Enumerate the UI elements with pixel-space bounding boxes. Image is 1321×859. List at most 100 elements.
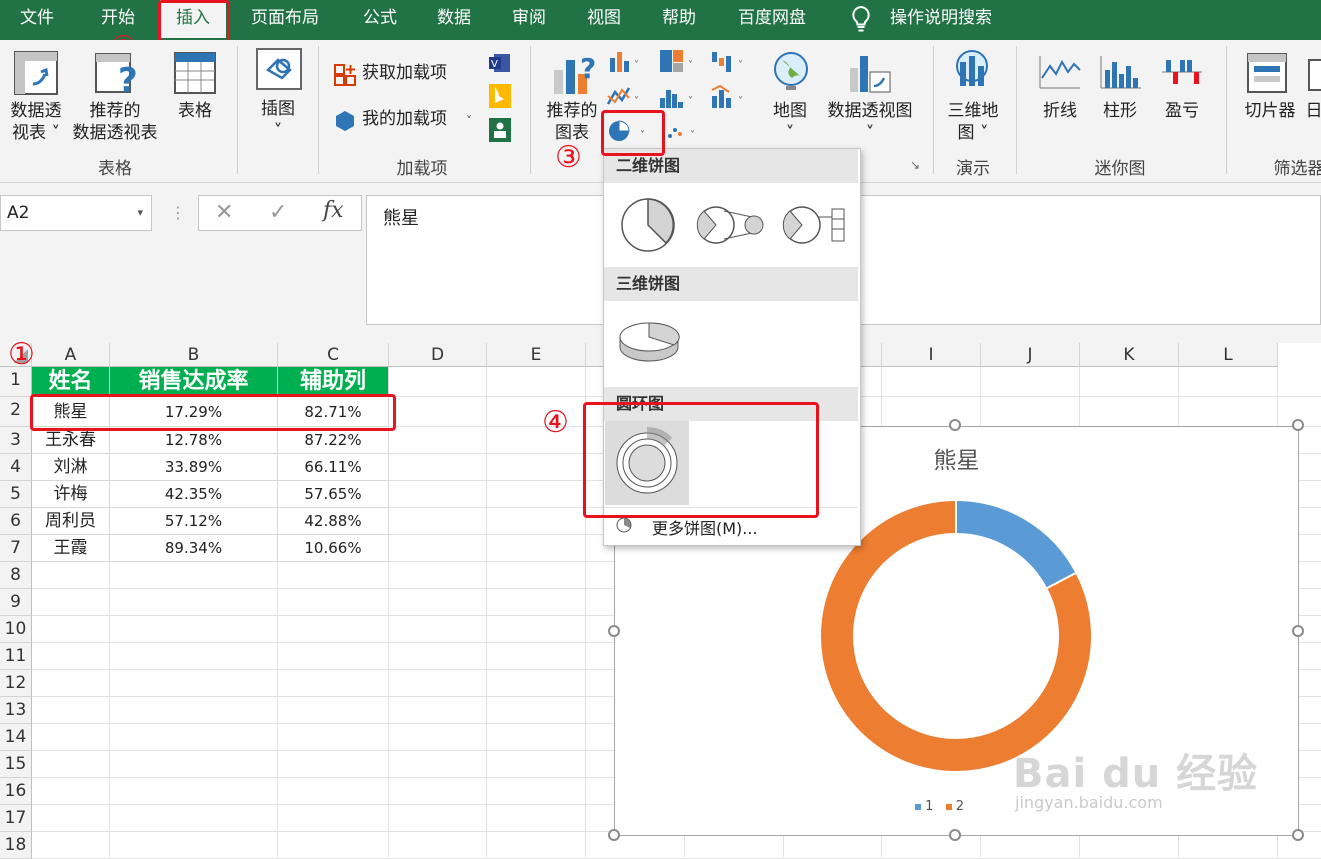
donut-slice-1[interactable] [955, 501, 1076, 589]
tab-file[interactable]: 文件 [20, 0, 54, 38]
ribbon-separator [1226, 46, 1227, 174]
column-header-k[interactable]: K [1080, 343, 1179, 367]
row-header-18[interactable]: 18 [0, 832, 32, 859]
tab-page-layout[interactable]: 页面布局 [251, 0, 319, 38]
table-button[interactable]: 表格 [170, 100, 220, 122]
row-header-11[interactable]: 11 [0, 643, 32, 670]
row-header-13[interactable]: 13 [0, 697, 32, 724]
row-header-17[interactable]: 17 [0, 805, 32, 832]
column-header-l[interactable]: L [1179, 343, 1278, 367]
table-cell[interactable]: 10.66% [278, 535, 389, 562]
row-header-8[interactable]: 8 [0, 562, 32, 589]
chevron-down-icon[interactable]: ˅ [466, 114, 472, 128]
3d-map-button[interactable]: 三维地 图 ˅ [940, 100, 1006, 144]
tab-view[interactable]: 视图 [587, 0, 621, 38]
bar-of-pie-option[interactable] [782, 205, 848, 249]
3d-map-icon [950, 48, 994, 100]
pivot-chart-button[interactable]: 数据透视图 ˅ [820, 100, 920, 144]
more-pie-charts-link[interactable]: 更多饼图(M)... [652, 515, 758, 539]
cancel-icon[interactable]: ✕ [215, 200, 233, 225]
table-cell[interactable]: 42.35% [110, 481, 278, 508]
row-header-15[interactable]: 15 [0, 751, 32, 778]
row-header-12[interactable]: 12 [0, 670, 32, 697]
row-header-16[interactable]: 16 [0, 778, 32, 805]
chart-legend[interactable]: 1 2 [915, 799, 964, 814]
chevron-down-icon[interactable]: ▾ [137, 196, 143, 230]
pie-3d-option[interactable] [618, 319, 680, 367]
tell-me-search[interactable]: 操作说明搜索 [890, 0, 992, 38]
column-header-b[interactable]: B [110, 343, 278, 367]
table-cell[interactable]: 57.65% [278, 481, 389, 508]
column-header-c[interactable]: C [278, 343, 389, 367]
people-graph-icon[interactable] [489, 118, 511, 146]
table-cell[interactable]: 周利员 [32, 508, 110, 535]
pie-2d-option[interactable] [620, 197, 676, 257]
tab-review[interactable]: 审阅 [512, 0, 546, 38]
sparkline-line-button[interactable]: 折线 [1034, 100, 1086, 122]
row-header-10[interactable]: 10 [0, 616, 32, 643]
visio-icon[interactable]: V [488, 52, 512, 78]
row-header-9[interactable]: 9 [0, 589, 32, 616]
resize-handle-left[interactable] [608, 625, 620, 637]
table-cell[interactable]: 66.11% [278, 454, 389, 481]
get-addins-button[interactable]: 获取加载项 [362, 62, 447, 84]
slicer-button[interactable]: 切片器 [1238, 100, 1302, 122]
table-cell[interactable]: 57.12% [110, 508, 278, 535]
resize-handle-top[interactable] [949, 419, 961, 431]
bing-icon[interactable] [489, 84, 511, 112]
table-cell[interactable]: 89.34% [110, 535, 278, 562]
recommended-pivot-button[interactable]: 推荐的 数据透视表 [68, 100, 162, 144]
sparkline-column-button[interactable]: 柱形 [1094, 100, 1146, 122]
sparkline-winloss-button[interactable]: 盈亏 [1156, 100, 1208, 122]
resize-handle-bottom[interactable] [949, 829, 961, 841]
table-cell[interactable]: 33.89% [110, 454, 278, 481]
header-cell[interactable]: 销售达成率 [110, 367, 278, 397]
table-cell[interactable]: 刘淋 [32, 454, 110, 481]
row-header-4[interactable]: 4 [0, 454, 32, 481]
confirm-icon[interactable]: ✓ [269, 200, 287, 225]
row-header-2[interactable]: 2 [0, 397, 32, 427]
pivot-table-button[interactable]: 数据透 视表 ˅ [4, 100, 68, 144]
tab-data[interactable]: 数据 [437, 0, 471, 38]
hierarchy-chart-icon[interactable]: ˅ [658, 48, 698, 78]
column-header-e[interactable]: E [487, 343, 586, 367]
row-header-14[interactable]: 14 [0, 724, 32, 751]
name-box[interactable]: A2 ▾ [0, 195, 152, 231]
statistic-chart-icon[interactable]: ˅ [658, 84, 698, 114]
scatter-chart-icon[interactable]: ˅ [664, 118, 704, 148]
table-cell[interactable]: 42.88% [278, 508, 389, 535]
row-header-6[interactable]: 6 [0, 508, 32, 535]
timeline-button[interactable]: 日 [1304, 100, 1321, 122]
resize-handle-bottom-left[interactable] [608, 829, 620, 841]
maps-button[interactable]: 地图 ˅ [764, 100, 816, 144]
insert-function-icon[interactable]: fx [323, 198, 344, 223]
column-chart-icon[interactable]: ˅ [608, 48, 644, 78]
table-cell[interactable]: 87.22% [278, 427, 389, 454]
resize-handle-top-right[interactable] [1292, 419, 1304, 431]
combo-chart-icon[interactable]: ˅ [710, 84, 750, 114]
table-cell[interactable]: 许梅 [32, 481, 110, 508]
resize-handle-bottom-right[interactable] [1292, 829, 1304, 841]
row-header-3[interactable]: 3 [0, 427, 32, 454]
tab-help[interactable]: 帮助 [662, 0, 696, 38]
table-cell[interactable]: 王霞 [32, 535, 110, 562]
header-cell[interactable]: 辅助列 [278, 367, 389, 397]
resize-handle-right[interactable] [1292, 625, 1304, 637]
my-addins-button[interactable]: 我的加载项 [362, 108, 447, 130]
column-header-i[interactable]: I [882, 343, 981, 367]
tab-baidu-netdisk[interactable]: 百度网盘 [738, 0, 806, 38]
row-header-7[interactable]: 7 [0, 535, 32, 562]
column-header-j[interactable]: J [981, 343, 1080, 367]
column-header-a[interactable]: A [32, 343, 110, 367]
illustrations-button[interactable]: 插图 ˅ [248, 98, 308, 142]
column-header-d[interactable]: D [389, 343, 487, 367]
table-cell[interactable]: 12.78% [110, 427, 278, 454]
recommended-charts-button[interactable]: 推荐的 图表 [540, 100, 604, 144]
table-cell[interactable]: 王永春 [32, 427, 110, 454]
tab-formulas[interactable]: 公式 [363, 0, 397, 38]
waterfall-chart-icon[interactable]: ˅ [710, 48, 750, 78]
pie-of-pie-option[interactable] [696, 205, 768, 249]
row-header-5[interactable]: 5 [0, 481, 32, 508]
dialog-launcher-icon[interactable]: ↘ [910, 158, 920, 172]
header-cell[interactable]: 姓名 [32, 367, 110, 397]
